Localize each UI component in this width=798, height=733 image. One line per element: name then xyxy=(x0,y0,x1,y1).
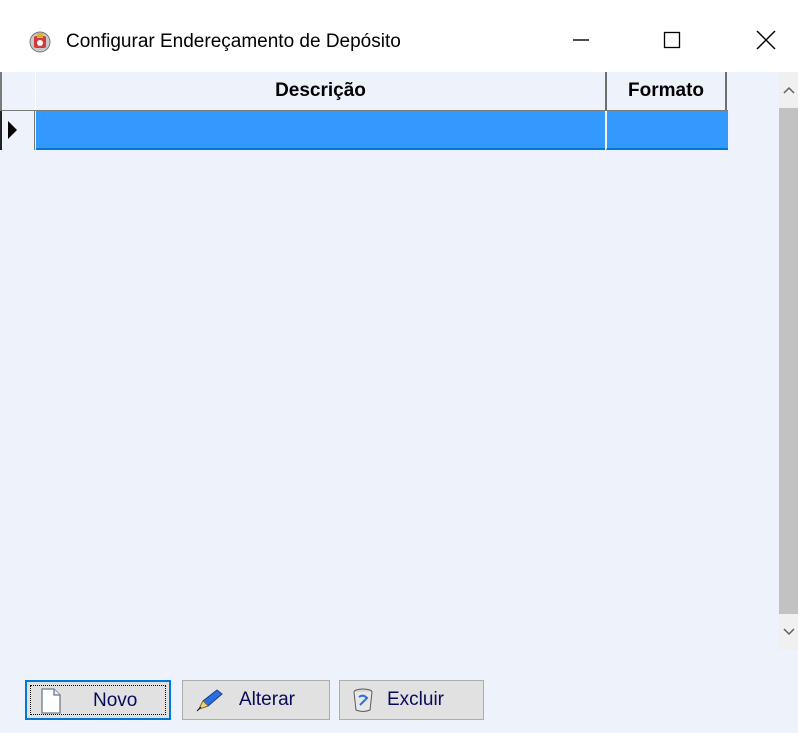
table-row[interactable] xyxy=(0,111,728,150)
data-grid[interactable]: Descrição Formato xyxy=(0,72,779,647)
novo-button[interactable]: Novo xyxy=(25,680,171,720)
chevron-down-icon xyxy=(782,623,795,641)
cell-descricao[interactable] xyxy=(36,111,605,150)
minimize-icon xyxy=(571,30,591,55)
title-bar[interactable]: Configurar Endereçamento de Depósito xyxy=(0,0,798,76)
close-icon xyxy=(755,29,777,56)
scrollbar-thumb[interactable] xyxy=(779,108,798,614)
row-indicator-header xyxy=(0,72,35,110)
window-title: Configurar Endereçamento de Depósito xyxy=(66,31,401,52)
scroll-up-button[interactable] xyxy=(779,72,798,108)
row-indicator-arrow-icon xyxy=(8,121,17,139)
maximize-icon xyxy=(662,30,682,55)
vertical-scrollbar[interactable] xyxy=(779,72,798,650)
column-header-formato[interactable]: Formato xyxy=(605,72,727,110)
maximize-button[interactable] xyxy=(640,16,704,68)
excluir-label: Excluir xyxy=(387,689,445,710)
cell-formato[interactable] xyxy=(606,111,728,150)
excluir-button[interactable]: Excluir xyxy=(339,680,484,720)
scroll-down-button[interactable] xyxy=(779,614,798,650)
app-icon xyxy=(28,30,52,54)
minimize-button[interactable] xyxy=(549,16,613,68)
window: Configurar Endereçamento de Depósito Des… xyxy=(0,0,798,733)
close-button[interactable] xyxy=(734,16,798,68)
alterar-label: Alterar xyxy=(239,689,295,710)
column-header-descricao[interactable]: Descrição xyxy=(35,72,605,110)
alterar-button[interactable]: Alterar xyxy=(182,680,330,720)
novo-label: Novo xyxy=(93,690,138,711)
chevron-up-icon xyxy=(782,81,795,99)
row-indicator[interactable] xyxy=(0,111,35,150)
